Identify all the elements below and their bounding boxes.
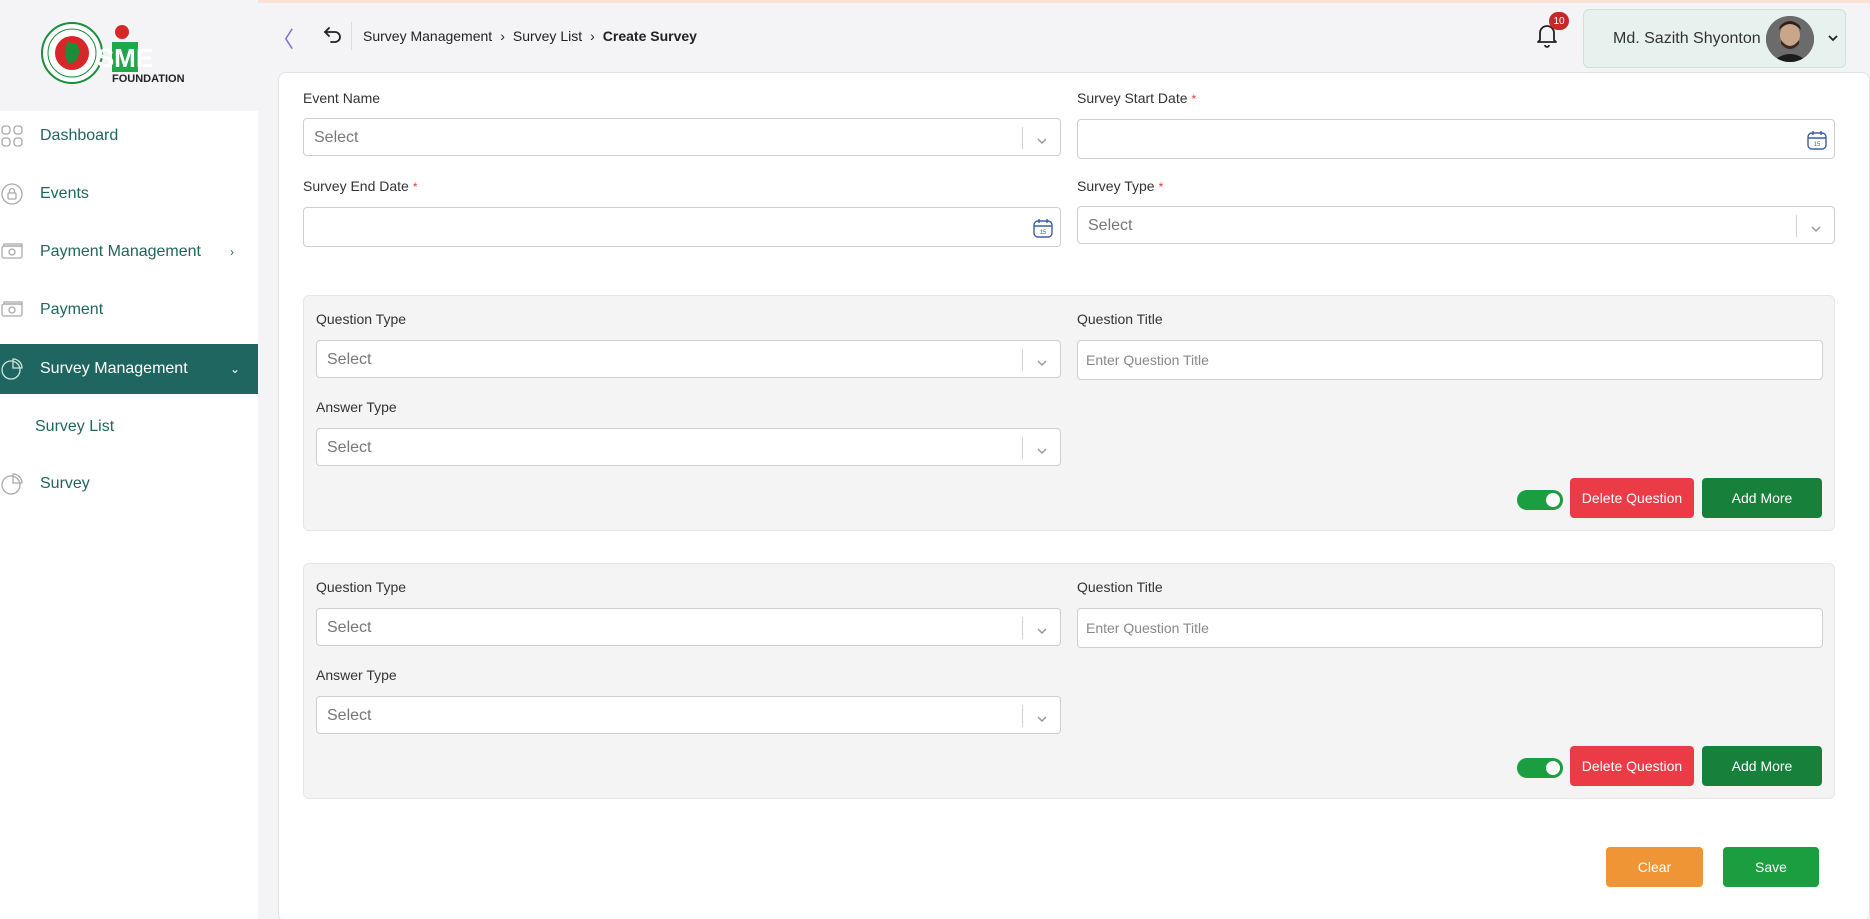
back-icon[interactable] — [322, 24, 344, 46]
sidebar-item-dashboard[interactable]: Dashboard — [0, 111, 258, 161]
breadcrumb-survey-list[interactable]: Survey List — [513, 28, 582, 44]
chevron-down-icon: ⌄ — [230, 362, 241, 376]
question-type-label: Question Type — [316, 311, 407, 327]
svg-text:FOUNDATION: FOUNDATION — [112, 73, 185, 85]
calendar-icon[interactable]: 15 — [1032, 217, 1054, 239]
sidebar-item-events[interactable]: Events — [0, 169, 258, 219]
cash-icon — [0, 240, 24, 264]
pie-chart-icon — [0, 357, 24, 381]
required-toggle[interactable] — [1517, 758, 1563, 778]
chevron-right-icon: › — [500, 28, 505, 44]
chevron-right-icon: › — [230, 245, 234, 259]
sidebar-item-payment-management[interactable]: Payment Management › — [0, 227, 258, 277]
chevron-down-icon — [1827, 31, 1839, 43]
save-button[interactable]: Save — [1723, 847, 1819, 887]
select-placeholder: Select — [327, 439, 372, 456]
answer-type-label: Answer Type — [316, 667, 397, 683]
select-placeholder: Select — [327, 707, 372, 724]
sidebar-item-label: Dashboard — [40, 127, 119, 144]
svg-text:15: 15 — [1040, 230, 1047, 236]
event-name-label: Event Name — [303, 90, 381, 106]
select-placeholder: Select — [314, 129, 359, 146]
survey-type-label: Survey Type * — [1077, 178, 1164, 194]
answer-type-label: Answer Type — [316, 399, 397, 415]
question-title-input[interactable] — [1077, 608, 1823, 648]
question-title-label: Question Title — [1077, 311, 1163, 327]
survey-start-date-label: Survey Start Date * — [1077, 90, 1197, 106]
chevron-down-icon — [1036, 443, 1048, 455]
question-type-select[interactable]: Select — [316, 340, 1061, 378]
chevron-down-icon — [1036, 355, 1048, 367]
chevron-down-icon — [1810, 221, 1822, 233]
svg-text:15: 15 — [1814, 142, 1821, 148]
select-placeholder: Select — [327, 351, 372, 368]
breadcrumb: Survey Management › Survey List › Create… — [363, 28, 697, 44]
breadcrumb-current: Create Survey — [602, 28, 697, 44]
survey-start-date-input[interactable]: 15 — [1077, 119, 1835, 159]
answer-type-select[interactable]: Select — [316, 428, 1061, 466]
sidebar-menu: Dashboard Events Payment Management › Pa… — [0, 111, 258, 919]
survey-end-date-label: Survey End Date * — [303, 178, 418, 194]
sidebar-item-label: Survey — [40, 475, 90, 492]
select-placeholder: Select — [327, 619, 372, 636]
survey-type-select[interactable]: Select — [1077, 206, 1835, 244]
answer-type-select[interactable]: Select — [316, 696, 1061, 734]
question-title-input[interactable] — [1077, 340, 1823, 380]
sidebar-item-survey-management[interactable]: Survey Management ⌄ — [0, 344, 258, 394]
top-accent-line — [0, 0, 1870, 3]
add-more-button[interactable]: Add More — [1702, 746, 1822, 786]
select-placeholder: Select — [1088, 217, 1133, 234]
user-menu[interactable]: Md. Sazith Shyonton — [1583, 9, 1846, 68]
sidebar-item-label: Payment Management — [40, 243, 201, 260]
notification-count-badge: 10 — [1549, 12, 1569, 30]
required-toggle[interactable] — [1517, 490, 1563, 510]
survey-end-date-input[interactable]: 15 — [303, 207, 1061, 247]
add-more-button[interactable]: Add More — [1702, 478, 1822, 518]
sidebar-item-label: Survey Management — [40, 360, 188, 377]
chevron-down-icon — [1036, 133, 1048, 145]
sidebar-subitem-survey-list[interactable]: Survey List — [35, 418, 114, 436]
avatar — [1766, 16, 1814, 62]
clear-button[interactable]: Clear — [1606, 847, 1703, 887]
sidebar-item-survey[interactable]: Survey — [0, 459, 258, 509]
lock-icon — [0, 182, 24, 206]
sidebar-collapse-button[interactable]: 〈 — [272, 22, 294, 54]
svg-text:SME: SME — [97, 43, 153, 73]
user-name: Md. Sazith Shyonton — [1613, 30, 1761, 47]
question-title-label: Question Title — [1077, 579, 1163, 595]
sidebar: SME FOUNDATION Dashboard Events Payment … — [0, 0, 258, 919]
delete-question-button[interactable]: Delete Question — [1570, 478, 1694, 518]
cash-icon — [0, 298, 24, 322]
calendar-icon[interactable]: 15 — [1806, 129, 1828, 151]
sme-foundation-logo[interactable]: SME FOUNDATION — [40, 20, 200, 86]
chevron-down-icon — [1036, 711, 1048, 723]
question-type-select[interactable]: Select — [316, 608, 1061, 646]
question-type-label: Question Type — [316, 579, 407, 595]
delete-question-button[interactable]: Delete Question — [1570, 746, 1694, 786]
pie-chart-icon — [0, 472, 24, 496]
grid-icon — [0, 124, 24, 148]
sidebar-item-label: Payment — [40, 301, 104, 318]
header-divider — [351, 22, 352, 50]
breadcrumb-survey-management[interactable]: Survey Management — [363, 28, 492, 44]
event-name-select[interactable]: Select — [303, 118, 1061, 156]
sidebar-item-payment[interactable]: Payment — [0, 285, 258, 335]
chevron-down-icon — [1036, 623, 1048, 635]
sidebar-item-label: Events — [40, 185, 89, 202]
chevron-right-icon: › — [590, 28, 595, 44]
